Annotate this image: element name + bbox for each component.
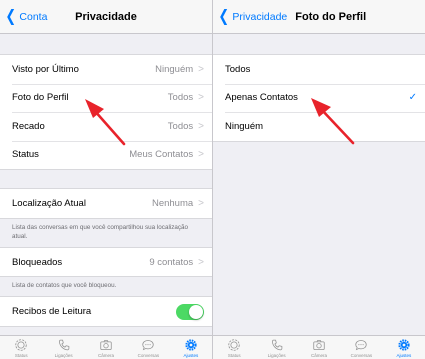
chat-icon — [355, 340, 368, 351]
row-last-seen[interactable]: Visto por Último Ninguém > — [0, 55, 212, 84]
toggle-knob — [189, 304, 203, 319]
section-gap — [213, 34, 425, 54]
option-label: Ninguém — [225, 120, 264, 132]
blocked-footnote: Lista de contatos que você bloqueou. — [0, 277, 212, 297]
row-label: Recibos de Leitura — [12, 306, 92, 318]
chevron-right-icon: > — [198, 256, 204, 268]
chevron-left-icon: ❮ — [218, 7, 230, 25]
chevron-right-icon: > — [198, 149, 204, 161]
tab-label: Ligações — [267, 353, 286, 358]
tab-settings[interactable]: Ajustes — [170, 336, 212, 359]
tab-chats[interactable]: Conversas — [127, 336, 169, 359]
tab-bar: Status Ligações Câmera Conversas Ajustes — [0, 335, 212, 359]
row-label: Recado — [12, 120, 45, 132]
nav-bar: ❮ Privacidade Foto do Perfil — [213, 0, 425, 34]
row-value: Ninguém — [155, 63, 194, 75]
row-label: Localização Atual — [12, 197, 86, 209]
tab-bar: Status Ligações Câmera Conversas Ajustes — [213, 335, 425, 359]
status-icon — [15, 339, 27, 351]
tab-camera[interactable]: Câmera — [298, 336, 340, 359]
red-arrow-annotation — [311, 98, 355, 145]
chevron-right-icon: > — [198, 197, 204, 209]
nav-bar: ❮ Conta Privacidade — [0, 0, 212, 34]
profile-photo-screen: ❮ Privacidade Foto do Perfil Todos Apena… — [213, 0, 425, 359]
phone-icon — [271, 339, 282, 351]
privacy-screen: ❮ Conta Privacidade Visto por Último Nin… — [0, 0, 212, 359]
tab-status[interactable]: Status — [213, 336, 255, 359]
row-label: Visto por Último — [12, 63, 79, 75]
status-icon — [228, 339, 240, 351]
page-title: Foto do Perfil — [295, 10, 367, 23]
row-blocked[interactable]: Bloqueados 9 contatos > — [0, 248, 212, 277]
tab-label: Status — [14, 353, 28, 358]
row-value: 9 contatos — [149, 256, 194, 268]
row-live-location[interactable]: Localização Atual Nenhuma > — [0, 189, 212, 218]
chevron-right-icon: > — [198, 92, 204, 104]
back-button-privacidade[interactable]: ❮ Privacidade — [213, 7, 288, 25]
tab-calls[interactable]: Ligações — [255, 336, 297, 359]
tab-calls[interactable]: Ligações — [42, 336, 84, 359]
tab-label: Conversas — [137, 353, 160, 358]
tab-label: Status — [227, 353, 241, 358]
settings-gear-icon — [398, 339, 410, 351]
tab-label: Ajustes — [183, 353, 199, 358]
camera-icon — [100, 340, 112, 350]
tab-chats[interactable]: Conversas — [340, 336, 382, 359]
phone-icon — [58, 339, 69, 351]
tab-label: Conversas — [350, 353, 373, 358]
section-gap — [0, 170, 212, 188]
option-todos[interactable]: Todos — [213, 55, 425, 84]
back-label: Conta — [19, 10, 48, 23]
chevron-left-icon: ❮ — [5, 7, 17, 25]
location-footnote: Lista das conversas em que você comparti… — [0, 218, 212, 247]
row-value: Meus Contatos — [129, 149, 194, 161]
read-receipts-toggle[interactable] — [176, 303, 204, 320]
red-arrow-annotation — [85, 99, 126, 146]
row-value: Nenhuma — [151, 197, 194, 209]
section-gap — [0, 34, 212, 54]
blocked-group: Bloqueados 9 contatos > — [0, 246, 212, 278]
tab-label: Ligações — [54, 353, 73, 358]
checkmark-icon: ✓ — [408, 92, 417, 104]
row-label: Status — [12, 149, 39, 161]
read-receipts-group: Recibos de Leitura — [0, 296, 212, 327]
tab-label: Câmera — [98, 353, 115, 358]
settings-gear-icon — [185, 339, 197, 351]
option-label: Todos — [225, 63, 251, 75]
row-label: Foto do Perfil — [12, 92, 69, 104]
option-label: Apenas Contatos — [225, 92, 298, 104]
tab-camera[interactable]: Câmera — [85, 336, 127, 359]
row-value: Todos — [167, 120, 194, 132]
tab-label: Câmera — [311, 353, 328, 358]
chevron-right-icon: > — [198, 63, 204, 75]
row-read-receipts: Recibos de Leitura — [0, 297, 212, 326]
tab-settings[interactable]: Ajustes — [383, 336, 425, 359]
chat-icon — [142, 340, 155, 351]
camera-icon — [313, 340, 325, 350]
row-value: Todos — [167, 92, 194, 104]
tab-status[interactable]: Status — [0, 336, 42, 359]
row-label: Bloqueados — [12, 256, 63, 268]
tab-label: Ajustes — [396, 353, 412, 358]
chevron-right-icon: > — [198, 120, 204, 132]
back-label: Privacidade — [232, 10, 288, 23]
location-group: Localização Atual Nenhuma > — [0, 188, 212, 219]
back-button-conta[interactable]: ❮ Conta — [0, 7, 48, 25]
